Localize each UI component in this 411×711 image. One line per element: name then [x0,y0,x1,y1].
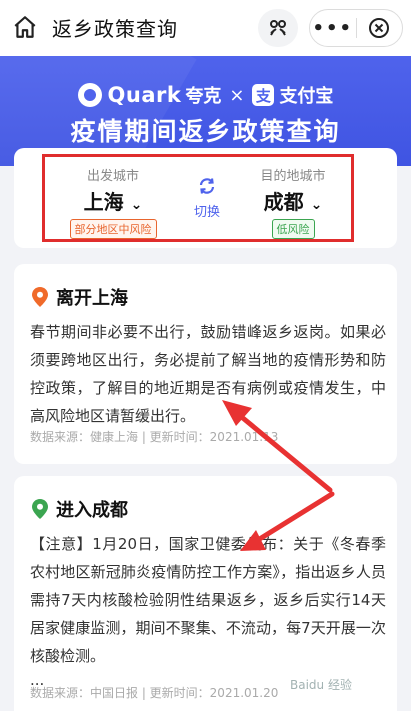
highlight-box: 出发城市 上海 ⌄ 部分地区中风险 切换 目的地城市 成都 ⌄ 低风险 [42,154,354,242]
scan-button[interactable] [258,9,298,47]
destination-risk-badge: 低风险 [271,219,315,239]
leave-policy-card: 离开上海 春节期间非必要不出行，鼓励错峰返乡返岗。如果必须要跨地区出行，务必提前… [14,264,397,464]
top-nav-bar: 返乡政策查询 ••• [0,0,411,56]
city-selector-card: 出发城市 上海 ⌄ 部分地区中风险 切换 目的地城市 成都 ⌄ 低风险 [14,148,397,248]
location-pin-green-icon [32,499,48,519]
enter-card-title: 进入成都 [32,496,128,522]
location-pin-orange-icon [32,287,48,307]
enter-policy-body: 【注意】1月20日，国家卫健委发布：关于《冬春季农村地区新冠肺炎疫情防控工作方案… [30,535,386,665]
page-title: 返乡政策查询 [52,17,178,41]
enter-source: 数据来源：中国日报 | 更新时间：2021.01.20 [30,686,279,700]
watermark: Baidu 经验 [290,678,352,692]
close-icon [369,18,390,38]
departure-city[interactable]: 上海 ⌄ [53,186,173,215]
enter-title-text: 进入成都 [56,500,128,521]
banner-title: 疫情期间返乡政策查询 [70,117,341,146]
swap-label: 切换 [193,205,220,220]
quark-brand-name: Quark [107,83,182,107]
alipay-brand-name: 支付宝 [279,86,334,107]
mini-program-capsule: ••• [309,9,403,47]
chevron-down-icon: ⌄ [310,197,323,213]
home-icon[interactable] [12,14,38,40]
departure-city-selector[interactable]: 出发城市 上海 ⌄ 部分地区中风险 [53,165,173,239]
leave-source: 数据来源：健康上海 | 更新时间：2021.01.13 [30,430,279,444]
quark-brand-cn: 夸克 [185,86,222,107]
swap-button[interactable]: 切换 [185,177,229,220]
times-symbol: × [229,84,245,106]
destination-city-selector[interactable]: 目的地城市 成都 ⌄ 低风险 [233,165,353,239]
enter-policy-text[interactable]: 【注意】1月20日，国家卫健委发布：关于《冬春季农村地区新冠肺炎疫情防控工作方案… [30,530,386,690]
chevron-down-icon: ⌄ [130,197,143,213]
departure-city-name: 上海 [83,190,124,214]
close-button[interactable] [356,10,402,46]
swap-icon [199,178,215,194]
quark-logo-icon [77,83,102,107]
destination-label: 目的地城市 [260,169,326,184]
destination-city[interactable]: 成都 ⌄ [233,186,353,215]
leave-policy-text: 春节期间非必要不出行，鼓励错峰返乡返岗。如果必须要跨地区出行，务必提前了解当地的… [30,323,386,425]
scan-icon [270,20,286,36]
more-button[interactable]: ••• [310,10,356,46]
leave-title-text: 离开上海 [56,288,128,309]
leave-card-title: 离开上海 [32,284,128,310]
departure-risk-badge: 部分地区中风险 [69,219,157,239]
destination-city-name: 成都 [263,190,304,214]
alipay-logo-icon: 支 [252,84,275,106]
departure-label: 出发城市 [86,169,139,184]
brand-row: Quark 夸克 × 支 支付宝 [0,80,411,110]
